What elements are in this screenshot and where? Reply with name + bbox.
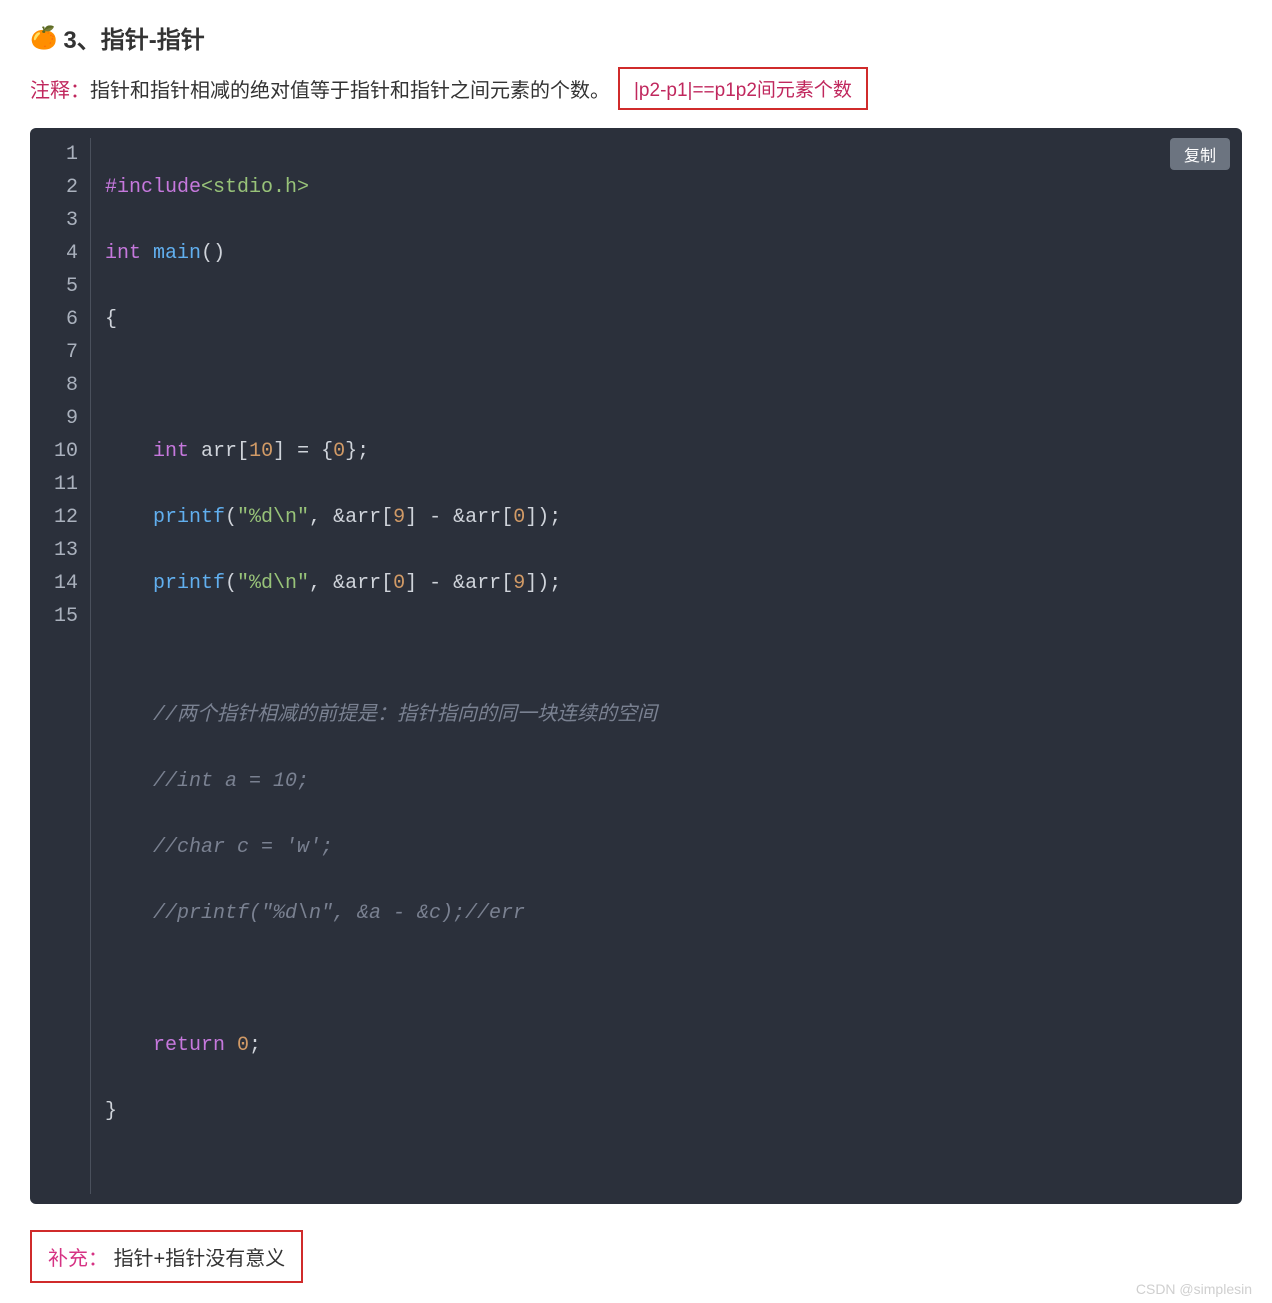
- tangerine-icon: 🍊: [30, 25, 57, 51]
- line-number: 5: [30, 270, 78, 303]
- watermark: CSDN @simplesin: [1136, 1281, 1252, 1297]
- supplement-box: 补充： 指针+指针没有意义: [30, 1230, 303, 1283]
- code-block: 复制 123456789101112131415 #include<stdio.…: [30, 128, 1242, 1204]
- line-number: 10: [30, 435, 78, 468]
- line-number: 15: [30, 600, 78, 633]
- formula-box: |p2-p1|==p1p2间元素个数: [618, 67, 868, 110]
- line-number: 11: [30, 468, 78, 501]
- supplement-label: 补充：: [48, 1248, 108, 1270]
- line-number: 8: [30, 369, 78, 402]
- line-number: 12: [30, 501, 78, 534]
- annotation-label: 注释：: [30, 74, 90, 103]
- supplement-text: 指针+指针没有意义: [114, 1248, 286, 1270]
- annotation-text: 指针和指针相减的绝对值等于指针和指针之间元素的个数。: [90, 74, 610, 103]
- line-number: 2: [30, 171, 78, 204]
- line-number: 6: [30, 303, 78, 336]
- line-number: 4: [30, 237, 78, 270]
- copy-button[interactable]: 复制: [1170, 138, 1230, 170]
- line-number: 13: [30, 534, 78, 567]
- line-number: 9: [30, 402, 78, 435]
- line-number: 7: [30, 336, 78, 369]
- section-heading: 🍊 3、指针-指针: [30, 20, 1242, 55]
- heading-text: 3、指针-指针: [63, 20, 204, 55]
- annotation-line: 注释： 指针和指针相减的绝对值等于指针和指针之间元素的个数。 |p2-p1|==…: [30, 67, 1242, 110]
- line-number: 3: [30, 204, 78, 237]
- line-number: 1: [30, 138, 78, 171]
- line-number-gutter: 123456789101112131415: [30, 138, 90, 1194]
- code-content: #include<stdio.h> int main() { int arr[1…: [91, 138, 1242, 1194]
- line-number: 14: [30, 567, 78, 600]
